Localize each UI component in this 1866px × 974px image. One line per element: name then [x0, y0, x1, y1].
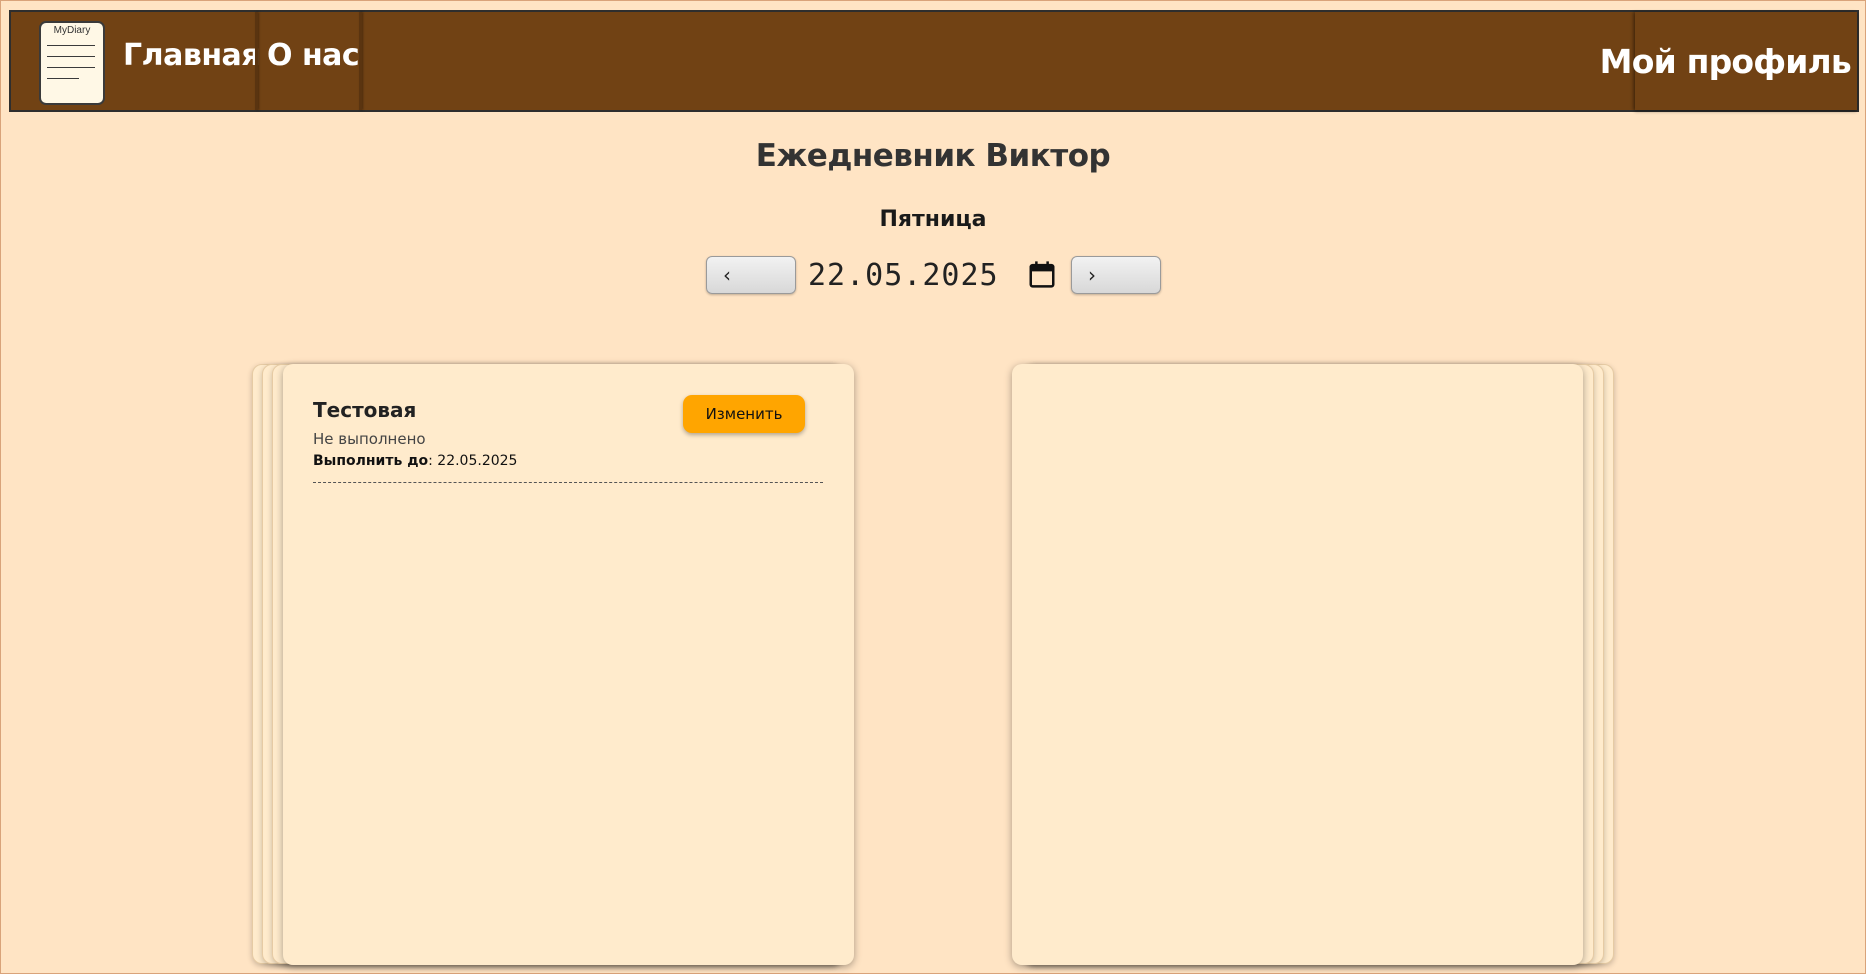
task-due-date: Выполнить до: 22.05.2025 [313, 453, 517, 469]
chevron-right-icon: › [1088, 263, 1096, 287]
right-diary-page [1012, 364, 1583, 965]
task-due-value: : 22.05.2025 [428, 453, 518, 469]
logo-text: MyDiary [53, 25, 91, 36]
prev-day-button[interactable]: ‹ [706, 256, 796, 294]
top-navbar: MyDiary Главная О нас Мой профиль [9, 10, 1859, 112]
task-due-label: Выполнить до [313, 453, 429, 469]
nav-link-home[interactable]: Главная [123, 38, 261, 73]
logo-line [47, 78, 79, 79]
next-day-button[interactable]: › [1071, 256, 1161, 294]
left-diary-page: Тестовая Не выполнено Выполнить до: 22.0… [283, 364, 854, 965]
date-input[interactable]: 22.05.2025 [808, 258, 999, 293]
notepad-logo-icon[interactable]: MyDiary [39, 21, 105, 105]
nav-divider [359, 12, 362, 110]
task-divider [313, 482, 823, 483]
task-status: Не выполнено [313, 430, 426, 448]
profile-menu[interactable]: Мой профиль [1600, 12, 1857, 110]
calendar-icon[interactable] [1027, 259, 1057, 290]
logo-line [47, 56, 95, 57]
logo-line [47, 67, 95, 68]
task-title: Тестовая [313, 398, 417, 422]
weekday-label: Пятница [879, 207, 987, 232]
page-title: Ежедневник Виктор [755, 138, 1111, 174]
nav-link-profile[interactable]: Мой профиль [1600, 42, 1852, 81]
nav-link-about[interactable]: О нас [267, 38, 360, 73]
nav-divider [255, 12, 258, 110]
edit-task-button[interactable]: Изменить [683, 395, 805, 433]
chevron-left-icon: ‹ [723, 263, 731, 287]
logo-line [47, 45, 95, 46]
